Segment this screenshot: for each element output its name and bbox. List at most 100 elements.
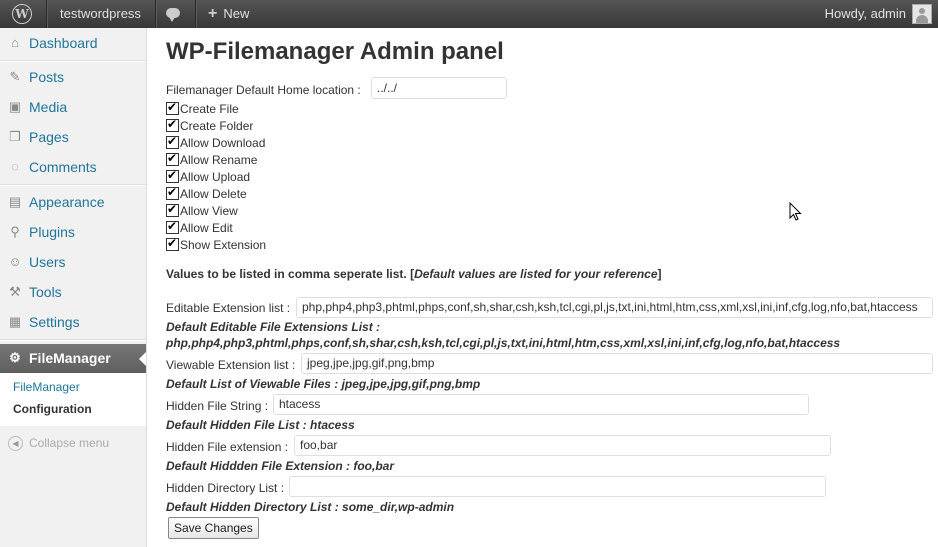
- sidebar-item-comments[interactable]: ◌ Comments: [0, 153, 146, 182]
- checkbox-checked[interactable]: [166, 117, 179, 132]
- divider: [46, 0, 47, 28]
- values-note-end: ]: [657, 267, 662, 281]
- checkbox-checked[interactable]: [166, 151, 179, 166]
- home-location-input[interactable]: ../../: [371, 77, 507, 99]
- checkbox-checked[interactable]: [166, 134, 179, 149]
- wordpress-logo-icon[interactable]: W: [0, 0, 46, 28]
- page-title: WP-Filemanager Admin panel: [166, 38, 504, 65]
- howdy-user-link[interactable]: Howdy, admin: [825, 0, 906, 28]
- submenu-item-configuration[interactable]: Configuration: [13, 402, 92, 416]
- checkbox-show-extension[interactable]: Show Extension: [166, 236, 267, 252]
- avatar[interactable]: [912, 4, 932, 24]
- checkbox-checked[interactable]: [166, 236, 179, 251]
- sidebar-item-media[interactable]: ▣ Media: [0, 93, 146, 122]
- checkbox-label: Allow Upload: [180, 170, 251, 184]
- filemanager-submenu: FileManager Configuration: [0, 373, 146, 426]
- users-icon: ☺: [8, 254, 22, 269]
- collapse-arrow-icon: ◀: [8, 436, 23, 452]
- editable-default-value: php,php4,php3,phtml,phps,conf,sh,shar,cs…: [166, 336, 841, 350]
- sidebar-item-label: Pages: [29, 129, 69, 145]
- checkbox-label: Allow Rename: [180, 153, 258, 167]
- checkbox-create-file[interactable]: Create File: [166, 100, 239, 116]
- divider: [155, 0, 156, 28]
- admin-sidebar: ⌂ Dashboard ✎ Posts ▣ Media ❐ Pages ◌ Co…: [0, 28, 147, 547]
- settings-icon: ▦: [8, 314, 22, 329]
- hidden-file-string-input[interactable]: htacess: [273, 394, 809, 415]
- sidebar-item-label: Dashboard: [29, 35, 98, 51]
- hidden-directory-input[interactable]: [289, 476, 826, 497]
- checkbox-checked[interactable]: [166, 168, 179, 183]
- mouse-cursor-icon: [789, 202, 802, 221]
- checkbox-label: Create Folder: [180, 119, 254, 133]
- admin-bar: W testwordpress + New Howdy, admin: [0, 0, 938, 28]
- viewable-extension-input[interactable]: jpeg,jpe,jpg,gif,png,bmp: [301, 353, 933, 374]
- pages-icon: ❐: [9, 129, 21, 144]
- hidden-directory-default: Default Hidden Directory List : some_dir…: [166, 500, 455, 514]
- media-icon: ▣: [8, 99, 22, 114]
- checkbox-allow-rename[interactable]: Allow Rename: [166, 151, 258, 167]
- checkbox-label: Allow View: [180, 204, 238, 218]
- checkbox-allow-view[interactable]: Allow View: [166, 202, 238, 218]
- checkbox-label: Allow Edit: [180, 221, 233, 235]
- sidebar-item-settings[interactable]: ▦ Settings: [0, 308, 146, 337]
- divider: [195, 0, 196, 28]
- hidden-file-extension-default: Default Hiddden File Extension : foo,bar: [166, 459, 395, 473]
- checkbox-checked[interactable]: [166, 202, 179, 217]
- checkbox-label: Show Extension: [180, 238, 267, 252]
- values-note: Values to be listed in comma seperate li…: [166, 267, 662, 281]
- sidebar-item-dashboard[interactable]: ⌂ Dashboard: [0, 29, 146, 58]
- submenu-item-filemanager[interactable]: FileManager: [13, 380, 80, 394]
- sidebar-item-label: Plugins: [29, 224, 75, 240]
- sidebar-item-pages[interactable]: ❐ Pages: [0, 123, 146, 152]
- checkbox-allow-edit[interactable]: Allow Edit: [166, 219, 233, 235]
- save-changes-button[interactable]: Save Changes: [168, 517, 259, 539]
- hidden-file-string-label: Hidden File String :: [166, 399, 269, 413]
- plugin-icon: ⚲: [10, 224, 20, 239]
- sidebar-item-label: FileManager: [29, 350, 111, 366]
- checkbox-checked[interactable]: [166, 219, 179, 234]
- editable-extension-input[interactable]: php,php4,php3,phtml,phps,conf,sh,shar,cs…: [296, 297, 933, 318]
- values-note-text: Values to be listed in comma seperate li…: [166, 267, 415, 281]
- checkbox-label: Allow Delete: [180, 187, 247, 201]
- new-label: New: [223, 6, 250, 21]
- sidebar-item-posts[interactable]: ✎ Posts: [0, 63, 146, 92]
- sidebar-item-label: Users: [29, 254, 66, 270]
- comments-icon[interactable]: [164, 0, 186, 28]
- sidebar-item-tools[interactable]: ⚒ Tools: [0, 278, 146, 307]
- sidebar-item-users[interactable]: ☺ Users: [0, 248, 146, 277]
- checkbox-allow-download[interactable]: Allow Download: [166, 134, 266, 150]
- tools-icon: ⚒: [9, 284, 21, 299]
- new-content-button[interactable]: + New: [208, 0, 249, 28]
- checkbox-checked[interactable]: [166, 185, 179, 200]
- editable-default-title: Default Editable File Extensions List :: [166, 320, 381, 334]
- dashboard-icon: ⌂: [11, 35, 19, 50]
- checkbox-label: Allow Download: [180, 136, 266, 150]
- sidebar-item-label: Comments: [29, 159, 97, 175]
- values-note-emphasis: Default values are listed for your refer…: [414, 267, 658, 281]
- sidebar-item-appearance[interactable]: ▤ Appearance: [0, 188, 146, 217]
- checkbox-checked[interactable]: [166, 100, 179, 115]
- menu-separator: [0, 339, 146, 341]
- gear-icon: ⚙: [9, 350, 21, 365]
- sidebar-item-label: Posts: [29, 69, 65, 85]
- checkbox-allow-delete[interactable]: Allow Delete: [166, 185, 247, 201]
- viewable-extension-label: Viewable Extension list :: [166, 358, 296, 372]
- sidebar-item-label: Appearance: [29, 194, 105, 210]
- hidden-file-extension-input[interactable]: foo,bar: [294, 435, 831, 456]
- sidebar-item-filemanager[interactable]: ⚙ FileManager: [0, 344, 146, 373]
- collapse-label: Collapse menu: [29, 436, 110, 450]
- checkbox-create-folder[interactable]: Create Folder: [166, 117, 254, 133]
- menu-separator: [0, 184, 146, 186]
- site-name-link[interactable]: testwordpress: [60, 0, 141, 28]
- editable-extension-label: Editable Extension list :: [166, 301, 291, 315]
- menu-separator: [0, 60, 146, 62]
- plus-icon: +: [208, 5, 218, 22]
- collapse-menu-button[interactable]: ◀ Collapse menu: [8, 436, 110, 452]
- appearance-icon: ▤: [8, 194, 22, 209]
- viewable-default: Default List of Viewable Files : jpeg,jp…: [166, 377, 481, 391]
- sidebar-item-plugins[interactable]: ⚲ Plugins: [0, 218, 146, 247]
- sidebar-item-label: Settings: [29, 314, 80, 330]
- comments-icon: ◌: [11, 159, 19, 174]
- sidebar-item-label: Tools: [29, 284, 62, 300]
- checkbox-allow-upload[interactable]: Allow Upload: [166, 168, 251, 184]
